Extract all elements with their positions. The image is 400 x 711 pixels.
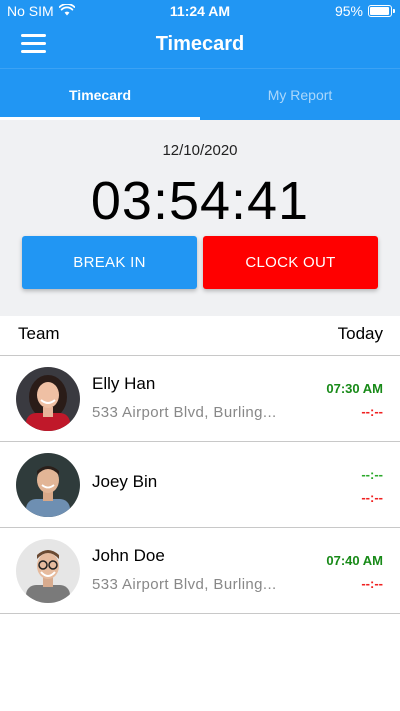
time-in: --:-- [361, 467, 383, 482]
member-name: Joey Bin [92, 472, 158, 491]
battery-fill [370, 7, 389, 15]
member-name: Elly Han [92, 374, 156, 393]
status-bar: No SIM 11:24 AM 95% [0, 0, 400, 22]
time-in: 07:30 AM [326, 381, 383, 396]
today-column-header: Today [337, 324, 383, 343]
elapsed-timer: 03:54:41 [90, 171, 310, 231]
time-out: --:-- [361, 576, 383, 591]
time-in: 07:40 AM [326, 553, 383, 568]
current-date: 12/10/2020 [162, 142, 238, 159]
page-title: Timecard [155, 33, 245, 55]
break-in-button[interactable]: BREAK IN [22, 236, 197, 289]
status-right: 95% [334, 3, 395, 19]
list-item[interactable]: John Doe 533 Airport Blvd, Burling... 07… [0, 528, 400, 614]
time-out: --:-- [361, 490, 383, 505]
time-out: --:-- [361, 404, 383, 419]
tab-timecard[interactable]: Timecard [0, 69, 200, 120]
team-list-header: Team Today [0, 316, 400, 356]
avatar [16, 367, 80, 431]
clock-panel: 12/10/2020 03:54:41 BREAK IN CLOCK OUT [0, 120, 400, 316]
avatar [16, 539, 80, 603]
team-column-header: Team [18, 324, 60, 343]
avatar [16, 453, 80, 517]
list-item[interactable]: Elly Han 533 Airport Blvd, Burling... 07… [0, 356, 400, 442]
list-item[interactable]: Joey Bin --:-- --:-- [0, 442, 400, 528]
clock-out-button[interactable]: CLOCK OUT [203, 236, 378, 289]
member-name: John Doe [92, 546, 165, 565]
app-bar: Timecard [0, 22, 400, 68]
battery-icon [368, 5, 395, 17]
member-address: 533 Airport Blvd, Burling... [92, 576, 277, 593]
tab-bar: Timecard My Report [0, 68, 400, 120]
tab-my-report[interactable]: My Report [200, 69, 400, 120]
battery-percent: 95% [334, 3, 363, 19]
member-address: 533 Airport Blvd, Burling... [92, 404, 277, 421]
